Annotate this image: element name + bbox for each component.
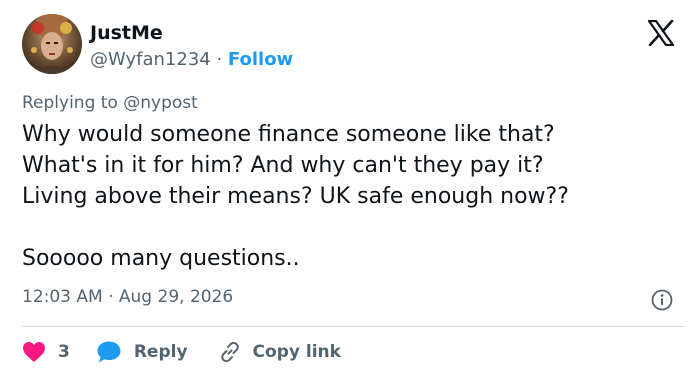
tweet-text: Why would someone finance someone like t…: [22, 122, 569, 271]
like-count: 3: [58, 342, 70, 362]
replying-to[interactable]: Replying to @nypost: [22, 93, 198, 113]
link-icon: [220, 341, 239, 363]
info-icon[interactable]: [651, 289, 673, 311]
like-button[interactable]: 3: [22, 341, 70, 363]
copy-link-button[interactable]: Copy link: [218, 340, 341, 364]
reply-label: Reply: [133, 342, 188, 362]
heart-icon: [23, 342, 45, 362]
handle-separator: ·: [216, 49, 223, 70]
speech-bubble-icon: [97, 341, 121, 363]
x-logo-icon[interactable]: [647, 19, 675, 47]
timestamp[interactable]: 12:03 AM · Aug 29, 2026: [22, 287, 233, 307]
action-bar: 3 Reply Copy link: [22, 338, 341, 366]
display-name[interactable]: JustMe: [90, 21, 293, 45]
avatar[interactable]: [22, 14, 82, 74]
copy-link-label: Copy link: [252, 342, 341, 362]
follow-button[interactable]: Follow: [228, 49, 293, 70]
user-handle[interactable]: @Wyfan1234: [90, 49, 211, 70]
reply-button[interactable]: Reply: [96, 340, 188, 364]
divider: [22, 326, 685, 327]
